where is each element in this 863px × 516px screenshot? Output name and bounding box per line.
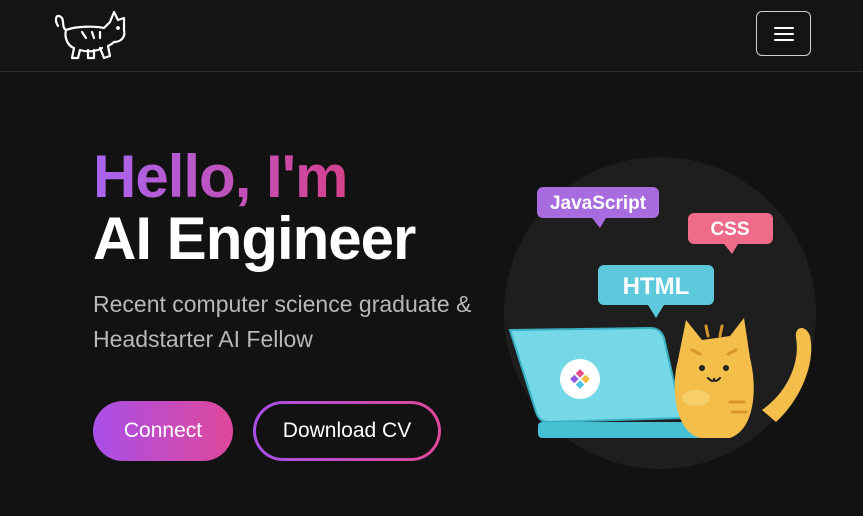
css-tag-label: CSS	[710, 219, 749, 240]
hero-illustration: JavaScript CSS HTML	[504, 157, 816, 469]
hamburger-menu-button[interactable]	[756, 11, 811, 56]
html-tag-label: HTML	[623, 273, 690, 300]
cat-logo-icon[interactable]	[52, 8, 130, 63]
hamburger-menu-icon	[774, 27, 794, 41]
javascript-tag-label: JavaScript	[550, 193, 647, 214]
navbar	[0, 0, 863, 72]
download-cv-button[interactable]: Download CV	[256, 404, 438, 458]
connect-button[interactable]: Connect	[93, 401, 233, 461]
hero-role: AI Engineer	[93, 205, 416, 272]
hero-subtitle: Recent computer science graduate & Heads…	[93, 291, 472, 352]
download-cv-button-border: Download CV	[253, 401, 441, 461]
